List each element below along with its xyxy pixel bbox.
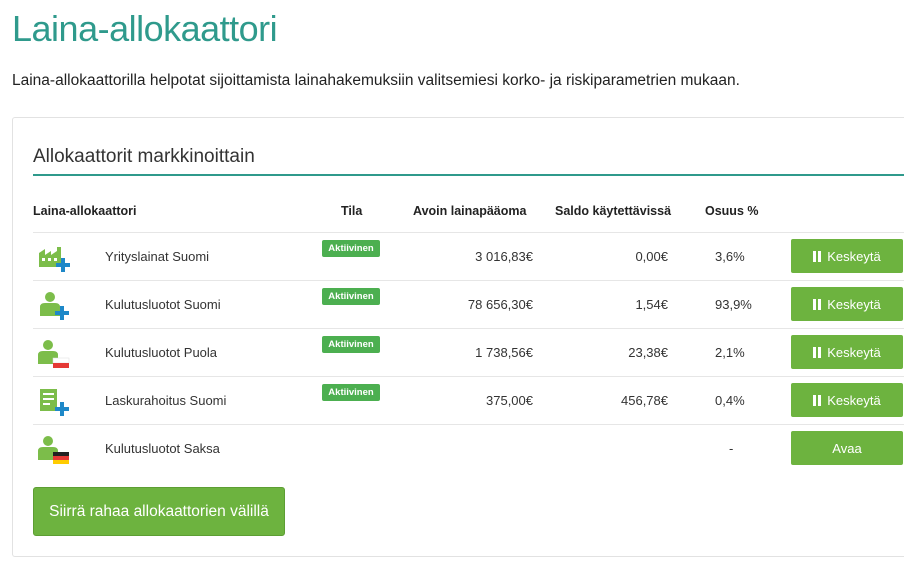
pause-icon — [813, 394, 822, 406]
pause-button[interactable]: Keskeytä — [791, 239, 903, 273]
panel-divider — [33, 174, 904, 176]
allocator-name: Laskurahoitus Suomi — [105, 393, 227, 408]
share-value: 2,1% — [715, 345, 745, 360]
pause-button[interactable]: Keskeytä — [791, 383, 903, 417]
table-row: Yrityslainat Suomi Aktiivinen 3 016,83€ … — [33, 232, 904, 280]
person-plus-icon — [40, 292, 69, 320]
column-header-balance: Saldo käytettävissä — [555, 204, 672, 218]
open-principal-value: 375,00€ — [486, 393, 533, 408]
open-button-label: Avaa — [832, 440, 862, 456]
open-principal-value: 1 738,56€ — [475, 345, 533, 360]
person-germany-flag-icon — [38, 436, 69, 464]
pause-icon — [813, 346, 822, 358]
table-row: Kulutusluotot Suomi Aktiivinen 78 656,30… — [33, 280, 904, 328]
balance-value: 456,78€ — [621, 393, 668, 408]
status-badge: Aktiivinen — [322, 384, 380, 401]
pause-button[interactable]: Keskeytä — [791, 287, 903, 321]
allocator-name: Kulutusluotot Puola — [105, 345, 218, 360]
invoice-plus-icon — [40, 389, 69, 416]
table-row: Laskurahoitus Suomi Aktiivinen 375,00€ 4… — [33, 376, 904, 424]
allocator-name: Kulutusluotot Suomi — [105, 297, 221, 312]
column-header-name: Laina-allokaattori — [33, 204, 137, 218]
page-title: Laina-allokaattori — [12, 8, 278, 49]
balance-value: 1,54€ — [635, 297, 668, 312]
page-description: Laina-allokaattorilla helpotat sijoittam… — [12, 72, 740, 89]
pause-icon — [813, 250, 822, 262]
pause-button-label: Keskeytä — [827, 392, 881, 408]
allocators-panel: Allokaattorit markkinoittain Laina-allok… — [12, 117, 904, 557]
pause-button[interactable]: Keskeytä — [791, 335, 903, 369]
allocator-name: Yrityslainat Suomi — [105, 249, 210, 264]
pause-button-label: Keskeytä — [827, 296, 881, 312]
pause-icon — [813, 298, 822, 310]
share-value: 0,4% — [715, 393, 745, 408]
table-row: Kulutusluotot Puola Aktiivinen 1 738,56€… — [33, 328, 904, 376]
pause-button-label: Keskeytä — [827, 248, 881, 264]
open-button[interactable]: Avaa — [791, 431, 903, 465]
factory-plus-icon — [39, 247, 70, 272]
column-header-open-principal: Avoin lainapääoma — [413, 204, 527, 218]
pause-button-label: Keskeytä — [827, 344, 881, 360]
status-badge: Aktiivinen — [322, 288, 380, 305]
status-badge: Aktiivinen — [322, 336, 380, 353]
share-value: 3,6% — [715, 249, 745, 264]
share-value: 93,9% — [715, 297, 752, 312]
share-value: - — [729, 441, 734, 456]
balance-value: 0,00€ — [635, 249, 668, 264]
transfer-money-button[interactable]: Siirrä rahaa allokaattorien välillä — [33, 487, 285, 536]
open-principal-value: 3 016,83€ — [475, 249, 533, 264]
column-header-share: Osuus % — [705, 204, 759, 218]
panel-title: Allokaattorit markkinoittain — [33, 146, 255, 167]
table-row: Kulutusluotot Saksa - Avaa — [33, 424, 904, 472]
open-principal-value: 78 656,30€ — [467, 297, 533, 312]
allocator-name: Kulutusluotot Saksa — [105, 441, 220, 456]
status-badge: Aktiivinen — [322, 240, 380, 257]
column-header-status: Tila — [341, 204, 363, 218]
person-poland-flag-icon — [38, 340, 70, 368]
balance-value: 23,38€ — [628, 345, 668, 360]
